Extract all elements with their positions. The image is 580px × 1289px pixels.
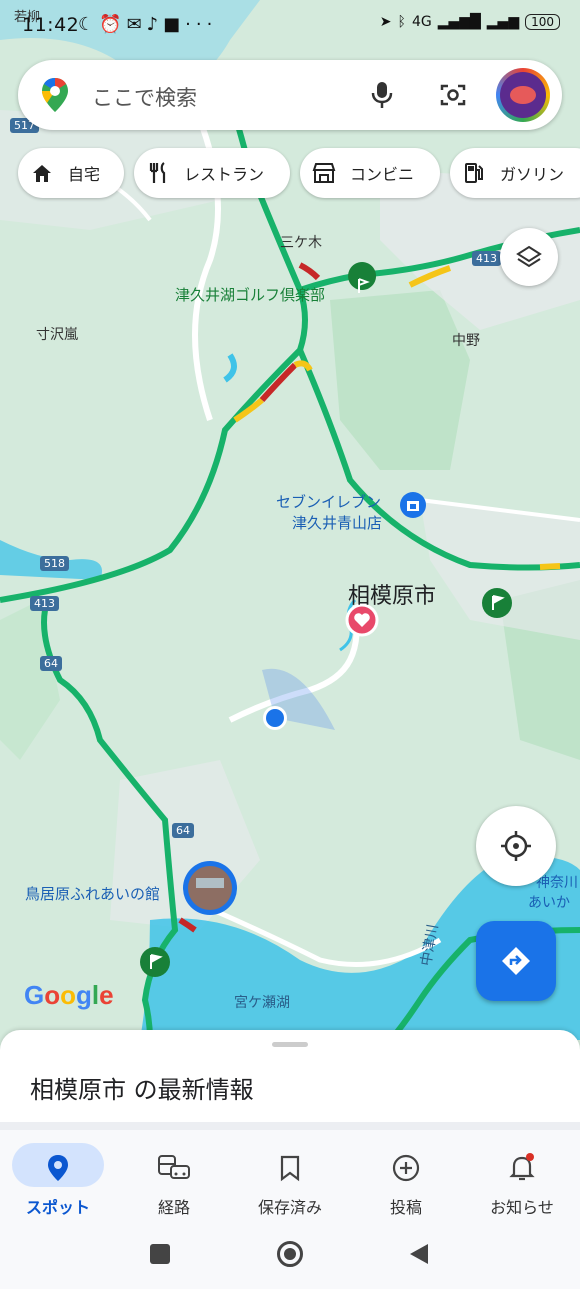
chip-label: 自宅 xyxy=(68,165,101,184)
tab-commute[interactable]: 経路 xyxy=(116,1138,232,1220)
my-location-button[interactable] xyxy=(476,806,556,886)
moon-icon: ☾ xyxy=(78,14,100,35)
tab-updates[interactable]: お知らせ xyxy=(464,1138,580,1220)
map-label-golf[interactable]: 津久井湖ゴルフ倶楽部 xyxy=(175,284,325,305)
search-bar[interactable]: ここで検索 xyxy=(18,60,562,130)
system-indicators: ➤ ᛒ 4G ▂▄▆█ ▂▄▆ 100 xyxy=(380,14,560,30)
bell-icon xyxy=(502,1150,542,1186)
tiktok-icon: ♪ xyxy=(146,14,164,35)
app-icon: ■ xyxy=(163,14,186,35)
directions-icon xyxy=(502,947,530,975)
google-logo: Google xyxy=(24,980,114,1010)
golf-icon[interactable] xyxy=(352,276,372,296)
alarm-icon: ⏰ xyxy=(99,14,127,35)
lens-camera-icon[interactable] xyxy=(438,80,468,110)
avatar[interactable] xyxy=(496,68,550,122)
system-navigation-bar xyxy=(0,1222,580,1289)
chip-label: コンビニ xyxy=(350,165,415,184)
battery-level: 100 xyxy=(525,14,560,30)
bottom-navigation: スポット 経路 保存済み 投稿 お知らせ xyxy=(0,1122,580,1230)
map-label-mikagi: 三ケ木 xyxy=(280,235,322,251)
signal-icon: ▂▄▆ xyxy=(486,14,520,30)
chip-convenience-store[interactable]: コンビニ xyxy=(300,148,440,198)
more-icon: ··· xyxy=(185,14,218,35)
route-shield: 518 xyxy=(40,556,69,571)
flag-icon[interactable] xyxy=(145,952,165,972)
home-icon xyxy=(30,161,54,185)
explore-pin-icon xyxy=(38,1150,78,1186)
heart-icon[interactable] xyxy=(352,610,372,630)
map-label-seven-eleven-branch[interactable]: 津久井青山店 xyxy=(292,512,382,533)
tab-label: 経路 xyxy=(157,1198,190,1217)
add-circle-icon xyxy=(386,1150,426,1186)
bookmark-icon xyxy=(270,1150,310,1186)
map-label-sagamihara[interactable]: 相模原市 xyxy=(348,578,436,610)
network-type: 4G xyxy=(411,14,432,30)
crosshair-icon xyxy=(501,831,531,861)
bottom-sheet[interactable]: 相模原市 の最新情報 xyxy=(0,1030,580,1122)
bluetooth-icon: ᛒ xyxy=(397,14,406,30)
store-icon xyxy=(312,161,336,185)
map-label-toriibara[interactable]: 鳥居原ふれあいの館 xyxy=(25,883,160,904)
mail-icon: ✉ xyxy=(126,14,147,35)
google-maps-logo-icon xyxy=(42,78,68,112)
my-location-dot xyxy=(263,706,287,730)
map-label-aikawa: あいか xyxy=(528,895,570,911)
search-input[interactable]: ここで検索 xyxy=(92,82,197,112)
layers-icon xyxy=(516,245,542,268)
tab-contribute[interactable]: 投稿 xyxy=(348,1138,464,1220)
status-time: 11:42 xyxy=(22,14,80,36)
commute-icon xyxy=(154,1150,194,1186)
photo-place-marker[interactable] xyxy=(183,861,237,915)
location-arrow-icon: ➤ xyxy=(379,14,392,30)
chip-gas-station[interactable]: ガソリン xyxy=(450,148,580,198)
home-button[interactable] xyxy=(277,1241,303,1267)
tab-saved[interactable]: 保存済み xyxy=(232,1138,348,1220)
layers-button[interactable] xyxy=(500,228,558,286)
directions-button[interactable] xyxy=(476,921,556,1001)
map-label-seven-eleven[interactable]: セブンイレブン xyxy=(276,491,381,512)
route-shield: 413 xyxy=(30,596,59,611)
back-button[interactable] xyxy=(408,1242,430,1266)
microphone-icon[interactable] xyxy=(370,80,394,110)
tab-label: 投稿 xyxy=(389,1198,422,1217)
recents-button[interactable] xyxy=(150,1244,170,1264)
chip-restaurant[interactable]: レストラン xyxy=(134,148,290,198)
tab-explore[interactable]: スポット xyxy=(0,1138,116,1220)
route-shield: 64 xyxy=(40,656,62,671)
restaurant-icon xyxy=(146,161,170,185)
map-label-miyagase-lake: 宮ケ瀬湖 xyxy=(234,995,290,1011)
route-shield: 413 xyxy=(472,251,501,266)
route-shield: 64 xyxy=(172,823,194,838)
chip-label: レストラン xyxy=(184,165,265,184)
signal-icon: ▂▄▆█ xyxy=(437,14,481,30)
chip-home[interactable]: 自宅 xyxy=(18,148,124,198)
map-label-nakano: 中野 xyxy=(452,333,480,349)
sheet-title: 相模原市 の最新情報 xyxy=(30,1076,254,1104)
notification-icons: ☾⏰✉♪■··· xyxy=(78,14,217,35)
convenience-store-icon[interactable] xyxy=(404,496,422,514)
chip-label: ガソリン xyxy=(500,165,565,184)
map-label-sunzawa: 寸沢嵐 xyxy=(36,327,78,343)
flag-icon[interactable] xyxy=(487,593,507,613)
tab-label: 保存済み xyxy=(257,1198,322,1217)
gas-station-icon xyxy=(462,161,486,185)
tab-label: スポット xyxy=(25,1198,90,1217)
drag-handle[interactable] xyxy=(272,1042,308,1047)
tab-label: お知らせ xyxy=(490,1198,554,1217)
status-bar: 若柳 11:42 ☾⏰✉♪■··· ➤ ᛒ 4G ▂▄▆█ ▂▄▆ 100 xyxy=(0,0,580,52)
